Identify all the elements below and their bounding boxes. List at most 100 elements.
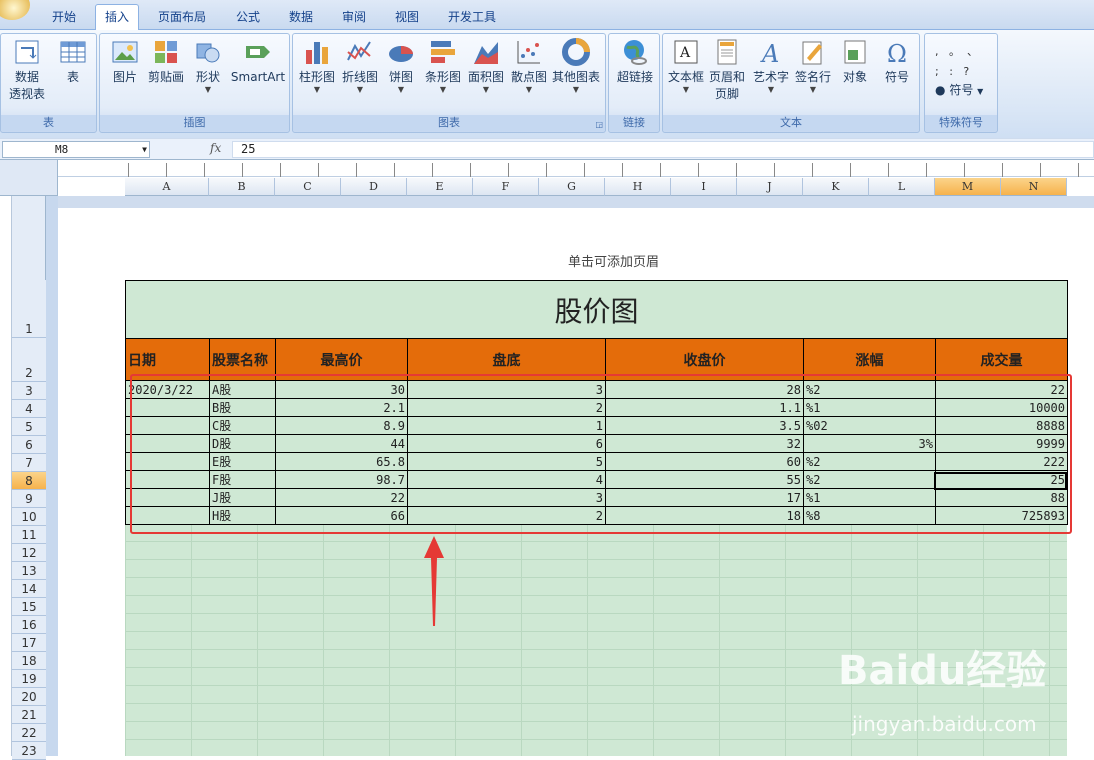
pie-chart-icon — [389, 46, 413, 62]
tab-formulas[interactable]: 公式 — [236, 7, 260, 29]
group-charts: 柱形图 ▼ 折线图 ▼ 饼图 ▼ 条形图 ▼ 面积图 ▼ 散点图 ▼ 其他图表 … — [292, 33, 606, 133]
special-symbols-grid[interactable]: , 。 、 ; : ? — [935, 42, 978, 82]
smartart-button[interactable]: SmartArt — [230, 38, 286, 86]
row-header-17[interactable]: 17 — [12, 634, 46, 652]
header-footer-button[interactable]: 页眉和 页脚 — [707, 38, 747, 103]
tab-insert[interactable]: 插入 — [95, 4, 140, 31]
picture-icon — [112, 41, 138, 63]
tab-review[interactable]: 审阅 — [342, 7, 366, 29]
charts-dialog-launcher-icon[interactable]: ◲ — [595, 120, 603, 129]
vertical-ruler — [0, 196, 12, 756]
baidu-watermark-logo: Baidu经验 — [838, 648, 1047, 694]
insert-function-icon[interactable]: fx — [210, 141, 221, 155]
tab-data[interactable]: 数据 — [289, 7, 313, 29]
table-button[interactable]: 表 — [55, 38, 91, 86]
line-chart-button[interactable]: 折线图 ▼ — [339, 38, 381, 94]
row-header-20[interactable]: 20 — [12, 688, 46, 706]
bar-chart-icon — [431, 41, 455, 63]
row-header-1[interactable]: 1 — [12, 280, 46, 338]
row-header-9[interactable]: 9 — [12, 490, 46, 508]
area-chart-button[interactable]: 面积图 ▼ — [465, 38, 507, 94]
object-button[interactable]: 对象 — [837, 38, 873, 86]
object-icon — [844, 40, 866, 64]
row-header-4[interactable]: 4 — [12, 400, 46, 418]
column-header-d[interactable]: D — [341, 178, 407, 196]
picture-button[interactable]: 图片 — [108, 38, 142, 86]
row-header-18[interactable]: 18 — [12, 652, 46, 670]
hyperlink-button[interactable]: 超链接 — [613, 38, 657, 86]
clipart-button[interactable]: 剪贴画 — [146, 38, 186, 86]
ruler-tick — [432, 163, 435, 177]
column-header-l[interactable]: L — [869, 178, 935, 196]
column-header-j[interactable]: J — [737, 178, 803, 196]
symbol-button[interactable]: Ω 符号 — [877, 38, 917, 86]
column-chart-button[interactable]: 柱形图 ▼ — [297, 38, 337, 94]
row-header-12[interactable]: 12 — [12, 544, 46, 562]
pivot-table-button[interactable]: 数据 透视表 — [5, 38, 49, 103]
formula-input[interactable]: 25 — [232, 141, 1094, 158]
pie-chart-button[interactable]: 饼图 ▼ — [385, 38, 417, 94]
column-header-h[interactable]: H — [605, 178, 671, 196]
group-special-symbols: , 。 、 ; : ? ● 符号 ▼ 特殊符号 — [924, 33, 998, 133]
row-header-6[interactable]: 6 — [12, 436, 46, 454]
row-header-2[interactable]: 2 — [12, 338, 46, 382]
row-header-13[interactable]: 13 — [12, 562, 46, 580]
group-special-label: 特殊符号 — [925, 115, 997, 131]
wordart-button[interactable]: A 艺术字 ▼ — [751, 38, 791, 94]
bar-chart-button[interactable]: 条形图 ▼ — [423, 38, 463, 94]
signature-line-button[interactable]: 签名行 ▼ — [793, 38, 833, 94]
row-header-14[interactable]: 14 — [12, 580, 46, 598]
wordart-label: 艺术字 — [752, 70, 789, 84]
text-box-button[interactable]: A 文本框 ▼ — [667, 38, 705, 94]
shapes-icon — [196, 43, 220, 63]
column-header-a[interactable]: A — [125, 178, 209, 196]
column-header-b[interactable]: B — [209, 178, 275, 196]
column-header-i[interactable]: I — [671, 178, 737, 196]
row-header-22[interactable]: 22 — [12, 724, 46, 742]
row-header-3[interactable]: 3 — [12, 382, 46, 400]
name-box-dropdown-icon[interactable]: ▼ — [142, 142, 147, 157]
other-charts-dropdown-icon: ▼ — [572, 85, 580, 94]
column-chart-icon — [306, 42, 328, 64]
group-text-label: 文本 — [663, 115, 919, 131]
column-header-g[interactable]: G — [539, 178, 605, 196]
ribbon: 数据 透视表 表 表 图片 剪贴画 形状 ▼ SmartArt 插图 柱形图 ▼… — [0, 30, 1094, 138]
signature-line-dropdown-icon: ▼ — [809, 85, 817, 94]
name-box[interactable]: M8 ▼ — [2, 141, 150, 158]
column-header-e[interactable]: E — [407, 178, 473, 196]
clipart-label: 剪贴画 — [147, 70, 184, 84]
column-header-k[interactable]: K — [803, 178, 869, 196]
row-header-10[interactable]: 10 — [12, 508, 46, 526]
scatter-chart-dropdown-icon: ▼ — [525, 85, 533, 94]
other-charts-button[interactable]: 其他图表 ▼ — [551, 38, 601, 94]
row-header-11[interactable]: 11 — [12, 526, 46, 544]
wordart-icon: A — [760, 40, 779, 66]
select-all-corner[interactable] — [0, 160, 58, 196]
area-chart-label: 面积图 — [467, 70, 504, 84]
tab-home[interactable]: 开始 — [52, 7, 76, 29]
row-header-23[interactable]: 23 — [12, 742, 46, 760]
row-header-21[interactable]: 21 — [12, 706, 46, 724]
header-placeholder[interactable]: 单击可添加页眉 — [568, 251, 659, 270]
special-symbol-button[interactable]: ● 符号 ▼ — [935, 82, 993, 100]
row-header-15[interactable]: 15 — [12, 598, 46, 616]
column-header-m[interactable]: M — [935, 178, 1001, 196]
tab-view[interactable]: 视图 — [395, 7, 419, 29]
row-header-5[interactable]: 5 — [12, 418, 46, 436]
tab-developer[interactable]: 开发工具 — [448, 7, 496, 29]
scatter-chart-button[interactable]: 散点图 ▼ — [509, 38, 549, 94]
row-header-8[interactable]: 8 — [12, 472, 46, 490]
office-button[interactable] — [0, 0, 30, 20]
header-footer-label: 页眉和 页脚 — [708, 70, 745, 101]
column-header-n[interactable]: N — [1001, 178, 1067, 196]
row-header-19[interactable]: 19 — [12, 670, 46, 688]
ruler-tick — [698, 163, 701, 177]
column-header-f[interactable]: F — [473, 178, 539, 196]
column-header-c[interactable]: C — [275, 178, 341, 196]
tab-page-layout[interactable]: 页面布局 — [158, 7, 206, 29]
row-header-7[interactable]: 7 — [12, 454, 46, 472]
sheet-title[interactable]: 股价图 — [125, 280, 1068, 339]
ruler-tick — [660, 163, 663, 177]
shapes-button[interactable]: 形状 ▼ — [192, 38, 224, 94]
row-header-16[interactable]: 16 — [12, 616, 46, 634]
